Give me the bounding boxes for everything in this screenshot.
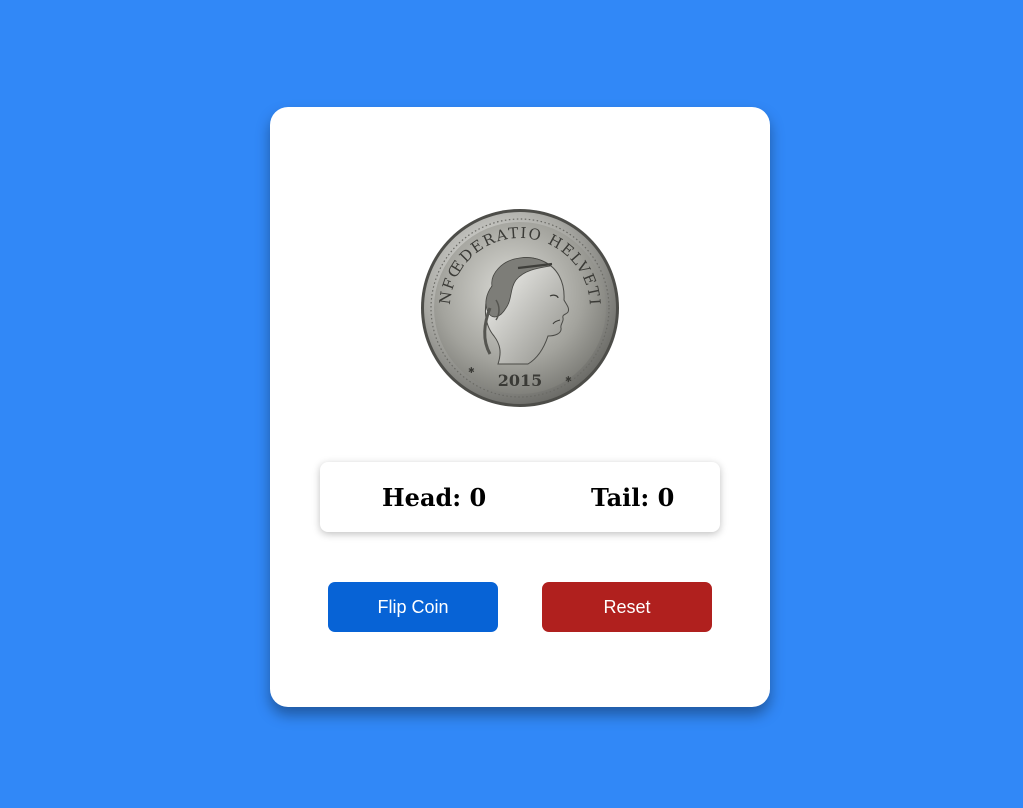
svg-text:✱: ✱ — [468, 366, 475, 375]
flip-coin-button[interactable]: Flip Coin — [328, 582, 498, 632]
coin-icon: CONFŒDERATIO HELVETICA 2015 ✱ ✱ — [420, 208, 619, 407]
tail-count: Tail: 0 — [591, 483, 675, 512]
svg-text:2015: 2015 — [498, 371, 543, 390]
score-board: Head: 0 Tail: 0 — [320, 462, 720, 532]
reset-button[interactable]: Reset — [542, 582, 712, 632]
svg-text:✱: ✱ — [565, 375, 572, 384]
coin-image: CONFŒDERATIO HELVETICA 2015 ✱ ✱ — [420, 208, 620, 408]
head-count: Head: 0 — [382, 483, 487, 512]
coin-flip-card: CONFŒDERATIO HELVETICA 2015 ✱ ✱ Head: 0 … — [270, 107, 770, 707]
